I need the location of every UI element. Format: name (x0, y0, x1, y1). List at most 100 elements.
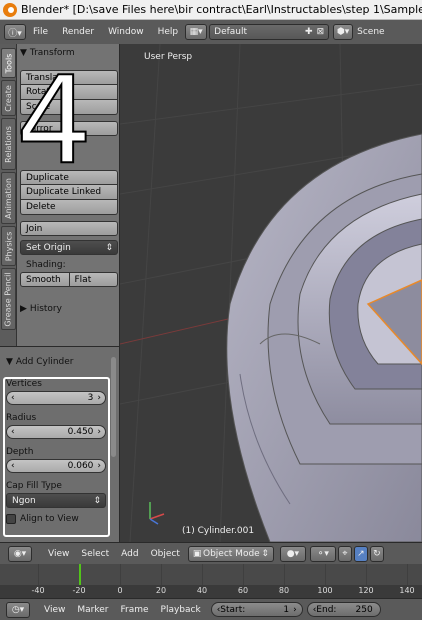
menu-add[interactable]: Add (115, 549, 144, 559)
blender-logo-icon (3, 2, 17, 17)
tab-physics[interactable]: Physics (1, 226, 16, 266)
operator-panel: ▼ Add Cylinder Vertices ‹ 3 › Radius ‹ 0… (0, 346, 120, 542)
increment-arrow-icon[interactable]: › (293, 605, 297, 615)
menu-playback[interactable]: Playback (155, 605, 207, 615)
end-frame-field[interactable]: ‹ End: 250 (306, 602, 381, 617)
menu-frame[interactable]: Frame (114, 605, 154, 615)
window-titlebar: Blender* [D:\save Files here\bir contrac… (0, 0, 422, 20)
rotate-button[interactable]: Rotate (20, 85, 118, 100)
join-button[interactable]: Join (20, 221, 118, 236)
tool-shelf-tabs: Tools Create Relations Animation Physics… (0, 44, 17, 346)
tab-animation[interactable]: Animation (1, 172, 16, 224)
menu-render[interactable]: Render (55, 27, 101, 37)
operator-panel-scrollbar[interactable] (111, 357, 116, 457)
timeline-header: ◷▾ View Marker Frame Playback ‹ Start: 1… (0, 598, 422, 620)
object-mode-dropdown[interactable]: ▣ Object Mode ⇕ (187, 545, 274, 562)
timeline-area[interactable]: -40 -20 0 20 40 60 80 100 120 140 (0, 564, 422, 598)
pivot-point-icon[interactable]: ⚬▾ (309, 545, 336, 562)
collapse-arrow-icon: ▼ (6, 357, 13, 367)
duplicate-button[interactable]: Duplicate (20, 170, 118, 185)
collapse-arrow-icon: ▼ (20, 48, 27, 58)
delete-button[interactable]: Delete (20, 200, 118, 215)
history-panel: ▶ History (20, 302, 118, 316)
timeline-tick-label: 0 (117, 586, 123, 595)
mirror-button[interactable]: Mirror (20, 121, 118, 136)
tab-tools[interactable]: Tools (1, 48, 16, 78)
timeline-editor-type-icon[interactable]: ◷▾ (6, 601, 30, 618)
expand-arrow-icon: ▶ (20, 304, 27, 314)
duplicate-linked-button[interactable]: Duplicate Linked (20, 185, 118, 200)
timeline-grid-line (161, 564, 162, 585)
start-frame-field[interactable]: ‹ Start: 1 › (210, 602, 303, 617)
timeline-tick-label: 80 (278, 586, 290, 595)
menu-marker[interactable]: Marker (71, 605, 114, 615)
edit-panel: Duplicate Duplicate Linked Delete Join S… (20, 170, 118, 287)
axis-gizmo (149, 502, 165, 525)
3d-view-header: ◉▾ View Select Add Object ▣ Object Mode … (0, 542, 422, 564)
view-perspective-label: User Persp (144, 52, 193, 62)
remove-layout-icon[interactable]: ⊠ (317, 27, 325, 37)
menu-file[interactable]: File (26, 27, 55, 37)
scale-button[interactable]: Scale (20, 100, 118, 115)
transform-panel-header[interactable]: ▼ Transform (20, 46, 118, 60)
info-header: ⓘ▾ File Render Window Help ▦▾ Default ✚ … (0, 20, 422, 44)
smooth-button[interactable]: Smooth (20, 272, 70, 287)
operator-panel-header[interactable]: ▼ Add Cylinder (6, 355, 73, 369)
add-layout-icon[interactable]: ✚ (305, 27, 313, 37)
timeline-grid-line (325, 564, 326, 585)
shading-label: Shading: (26, 260, 66, 270)
viewport-shading-icon[interactable]: ●▾ (279, 545, 306, 562)
menu-view[interactable]: View (42, 549, 75, 559)
manipulator-toggle-icon[interactable]: ⌖ (337, 545, 352, 562)
object-mode-icon: ▣ (192, 548, 202, 559)
current-frame-indicator[interactable] (79, 564, 81, 585)
timeline-tick-label: -20 (72, 586, 86, 595)
timeline-tick-label: -40 (31, 586, 45, 595)
menu-select[interactable]: Select (75, 549, 115, 559)
set-origin-dropdown[interactable]: Set Origin ⇕ (20, 240, 118, 255)
scene-icon[interactable]: ⬢▾ (333, 24, 354, 40)
3d-viewport[interactable]: User Persp (1) Cylinder.001 (120, 44, 422, 542)
tool-shelf: Tools Create Relations Animation Physics… (0, 44, 120, 346)
timeline-tick-label: 120 (358, 586, 374, 595)
viewport-scene (120, 44, 422, 542)
menu-timeline-view[interactable]: View (38, 605, 71, 615)
timeline-tick-label: 140 (399, 586, 415, 595)
timeline-grid-line (202, 564, 203, 585)
timeline-tick-label: 60 (237, 586, 249, 595)
screen-layout-value: Default (214, 27, 248, 37)
timeline-grid-line (243, 564, 244, 585)
cylinder-object[interactable] (226, 133, 422, 542)
timeline-grid-line (38, 564, 39, 585)
timeline-tick-label: 40 (196, 586, 208, 595)
highlight-box (3, 377, 110, 537)
timeline-grid-line (407, 564, 408, 585)
timeline-grid-line (284, 564, 285, 585)
screen-layout-field[interactable]: Default ✚ ⊠ (209, 24, 330, 40)
timeline-tick-label: 100 (317, 586, 333, 595)
translate-manipulator-icon[interactable]: ↗ (353, 545, 368, 562)
dropdown-arrows-icon: ⇕ (105, 242, 113, 253)
scene-value[interactable]: Scene (353, 27, 384, 37)
tab-grease-pencil[interactable]: Grease Pencil (1, 268, 16, 330)
active-object-label: (1) Cylinder.001 (182, 526, 255, 536)
transform-panel: ▼ Transform Translate Rotate Scale Mirro… (20, 46, 118, 136)
tab-relations[interactable]: Relations (1, 118, 16, 170)
timeline-grid-line (366, 564, 367, 585)
menu-object[interactable]: Object (145, 549, 186, 559)
history-panel-header[interactable]: ▶ History (20, 302, 118, 316)
info-icon: ⓘ▾ (8, 28, 22, 39)
rotate-manipulator-icon[interactable]: ↻ (369, 545, 384, 562)
tab-create[interactable]: Create (1, 80, 16, 116)
info-editor-type-button[interactable]: ⓘ▾ (4, 24, 26, 40)
timeline-grid-line (120, 564, 121, 585)
dropdown-arrows-icon: ⇕ (261, 548, 269, 559)
3d-view-editor-type-icon[interactable]: ◉▾ (8, 545, 32, 562)
window-title: Blender* [D:\save Files here\bir contrac… (21, 3, 422, 16)
menu-help[interactable]: Help (151, 27, 186, 37)
screen-layout-icon[interactable]: ▦▾ (185, 24, 208, 40)
menu-window[interactable]: Window (101, 27, 151, 37)
translate-button[interactable]: Translate (20, 70, 118, 85)
flat-button[interactable]: Flat (69, 272, 118, 287)
timeline-tick-label: 20 (155, 586, 167, 595)
